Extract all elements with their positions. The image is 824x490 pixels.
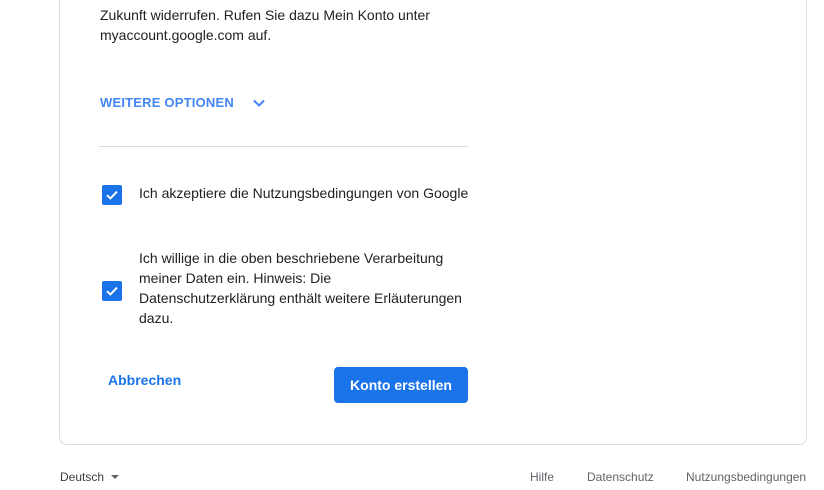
- section-divider: [99, 146, 468, 147]
- check-icon: [106, 190, 118, 200]
- language-selector[interactable]: Deutsch: [60, 470, 120, 484]
- terms-checkbox-label: Ich akzeptiere die Nutzungsbedingungen v…: [139, 185, 469, 201]
- cancel-button[interactable]: Abbrechen: [96, 368, 193, 392]
- check-icon: [106, 286, 118, 296]
- paragraph-line: myaccount.google.com auf.: [100, 27, 272, 43]
- create-account-button[interactable]: Konto erstellen: [334, 367, 468, 403]
- consent-paragraph: Zukunft widerrufen. Rufen Sie dazu Mein …: [100, 5, 480, 45]
- terms-checkbox-row: [102, 185, 122, 205]
- more-options-toggle[interactable]: WEITERE OPTIONEN: [100, 95, 266, 110]
- label-line: Datenschutzerklärung enthält weitere Erl…: [139, 290, 462, 306]
- processing-checkbox[interactable]: [102, 281, 122, 301]
- label-line: meiner Daten ein. Hinweis: Die: [139, 270, 332, 286]
- help-link[interactable]: Hilfe: [530, 470, 554, 484]
- processing-checkbox-label: Ich willige in die oben beschriebene Ver…: [139, 248, 469, 328]
- paragraph-line: Zukunft widerrufen. Rufen Sie dazu Mein …: [100, 7, 430, 23]
- label-line: Ich willige in die oben beschriebene Ver…: [139, 250, 444, 266]
- processing-checkbox-row: [102, 281, 122, 301]
- label-line: dazu.: [139, 310, 174, 326]
- privacy-link[interactable]: Datenschutz: [587, 470, 654, 484]
- terms-link[interactable]: Nutzungsbedingungen: [686, 470, 806, 484]
- chevron-down-icon: [252, 96, 266, 110]
- more-options-label: WEITERE OPTIONEN: [100, 95, 234, 110]
- footer: Deutsch Hilfe Datenschutz Nutzungsbeding…: [0, 468, 824, 488]
- terms-checkbox[interactable]: [102, 185, 122, 205]
- caret-down-icon: [111, 475, 120, 479]
- language-label: Deutsch: [60, 470, 105, 484]
